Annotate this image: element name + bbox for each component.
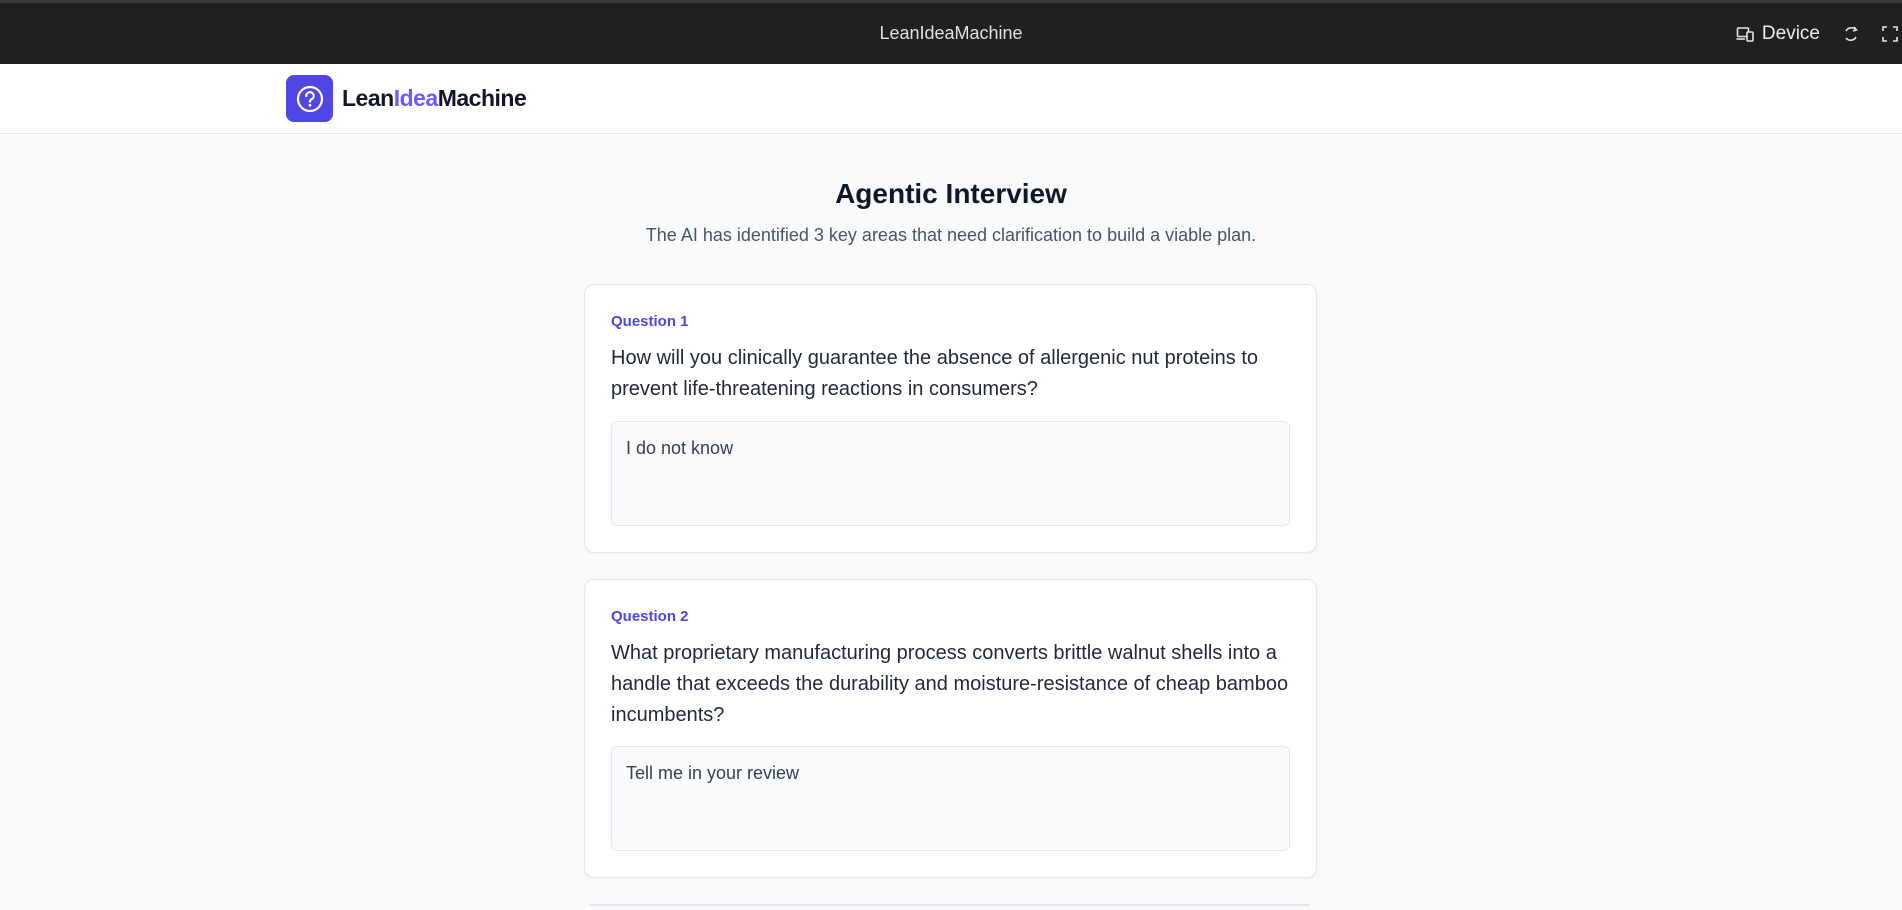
preview-top-bar: LeanIdeaMachine Device: [0, 0, 1902, 64]
question-card-3-peek: [590, 904, 1310, 910]
brand-name-idea: Idea: [393, 85, 439, 111]
brand-name-lean: Lean: [342, 85, 394, 111]
question-circle-icon: [286, 75, 333, 122]
question-card-1: Question 1 How will you clinically guara…: [584, 284, 1317, 553]
fullscreen-icon[interactable]: [1882, 25, 1898, 43]
device-label: Device: [1761, 22, 1820, 44]
question-label: Question 2: [611, 608, 689, 625]
answer-input[interactable]: Tell me in your review: [611, 746, 1290, 851]
answer-input[interactable]: I do not know: [611, 421, 1290, 526]
preview-controls: Device: [1736, 3, 1902, 64]
page-subtitle: The AI has identified 3 key areas that n…: [645, 225, 1257, 245]
brand-link[interactable]: LeanIdeaMachine: [286, 75, 527, 122]
question-label: Question 1: [611, 313, 689, 330]
page-title: Agentic Interview: [835, 178, 1067, 209]
question-card-2: Question 2 What proprietary manufacturin…: [584, 579, 1317, 878]
app-header: LeanIdeaMachine: [0, 64, 1902, 134]
rotate-icon[interactable]: [1842, 25, 1860, 43]
question-text: What proprietary manufacturing process c…: [611, 642, 1289, 726]
window-title: LeanIdeaMachine: [879, 23, 1023, 43]
device-icon: [1736, 26, 1754, 42]
brand-name: LeanIdeaMachine: [342, 85, 527, 112]
brand-name-machine: Machine: [437, 85, 527, 111]
question-text: How will you clinically guarantee the ab…: [611, 347, 1259, 400]
device-button[interactable]: Device: [1736, 23, 1820, 45]
